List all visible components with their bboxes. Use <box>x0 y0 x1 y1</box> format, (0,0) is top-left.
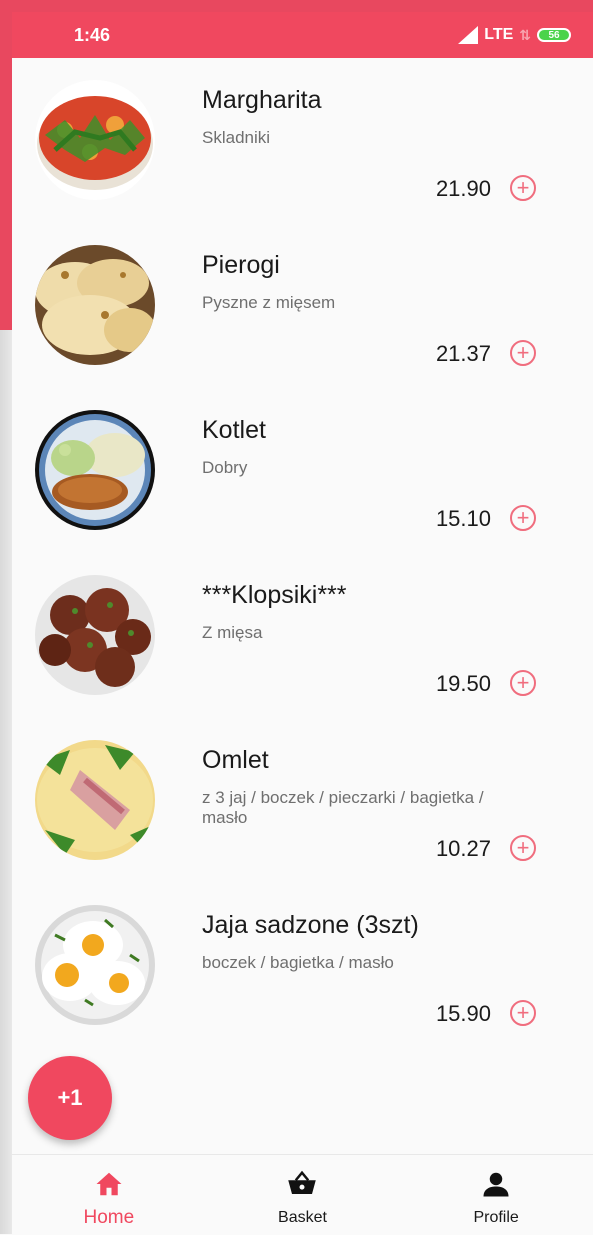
nav-basket[interactable]: Basket <box>222 1155 382 1235</box>
nav-basket-label: Basket <box>278 1209 327 1226</box>
add-one-fab[interactable]: +1 <box>28 1056 112 1140</box>
kotlet-photo <box>35 410 155 530</box>
item-price: 21.37 <box>435 341 491 366</box>
plus-circle-icon[interactable]: + <box>510 505 536 531</box>
plus-circle-icon[interactable]: + <box>510 175 536 201</box>
plus-circle-icon[interactable]: + <box>510 340 536 366</box>
item-price: 10.27 <box>435 836 491 861</box>
item-description: Skladniki <box>202 128 271 147</box>
omelette-photo <box>35 740 155 860</box>
item-description: Dobry <box>202 458 248 477</box>
menu-item[interactable]: ***Klopsiki*** Z mięsa 19.50 + <box>12 553 593 718</box>
fried-eggs-photo <box>35 905 155 1025</box>
bottom-navigation: Home Basket Profile <box>12 1154 593 1235</box>
item-price: 21.90 <box>435 176 491 201</box>
item-description: Z mięsa <box>202 623 263 642</box>
item-name: Kotlet <box>202 416 266 444</box>
menu-item[interactable]: Omlet z 3 jaj / boczek / pieczarki / bag… <box>12 718 593 883</box>
battery-icon: 56 <box>537 28 571 42</box>
nav-home[interactable]: Home <box>29 1155 189 1235</box>
item-name: Pierogi <box>202 251 280 279</box>
battery-level: 56 <box>548 29 560 41</box>
person-icon <box>483 1172 509 1197</box>
menu-screen: Margharita Skladniki 21.90 + Pierogi Pys… <box>12 58 593 1235</box>
pierogi-photo <box>35 245 155 365</box>
nav-home-label: Home <box>83 1207 135 1228</box>
item-name: Margharita <box>202 86 322 114</box>
status-indicators: LTE ⇅ 56 <box>458 26 571 44</box>
plus-circle-icon[interactable]: + <box>510 1000 536 1026</box>
plus-circle-icon[interactable]: + <box>510 670 536 696</box>
home-icon <box>96 1172 122 1196</box>
plus-circle-icon[interactable]: + <box>510 835 536 861</box>
nav-profile-label: Profile <box>473 1209 519 1226</box>
item-price: 19.50 <box>435 671 491 696</box>
signal-icon <box>458 26 479 44</box>
status-bar: 1:46 LTE ⇅ 56 <box>12 12 593 58</box>
meatballs-photo <box>35 575 155 695</box>
item-description: Pyszne z mięsem <box>202 293 336 312</box>
item-name: Jaja sadzone (3szt) <box>202 911 419 939</box>
data-arrows-icon: ⇅ <box>519 26 531 43</box>
item-description: z 3 jaj / boczek / pieczarki / bagietka … <box>202 788 484 827</box>
menu-item[interactable]: Jaja sadzone (3szt) boczek / bagietka / … <box>12 883 593 1048</box>
item-price: 15.10 <box>435 506 491 531</box>
menu-item[interactable]: Pierogi Pyszne z mięsem 21.37 + <box>12 223 593 388</box>
pizza-photo <box>35 80 155 200</box>
basket-icon <box>288 1170 317 1194</box>
network-label: LTE <box>484 26 514 43</box>
nav-profile[interactable]: Profile <box>416 1155 576 1235</box>
menu-item[interactable]: Kotlet Dobry 15.10 + <box>12 388 593 553</box>
menu-item[interactable]: Margharita Skladniki 21.90 + <box>12 58 593 223</box>
item-name: ***Klopsiki*** <box>202 581 347 609</box>
item-description: boczek / bagietka / masło <box>202 953 394 972</box>
item-price: 15.90 <box>435 1001 491 1026</box>
item-name: Omlet <box>202 746 269 774</box>
status-time: 1:46 <box>74 24 111 45</box>
